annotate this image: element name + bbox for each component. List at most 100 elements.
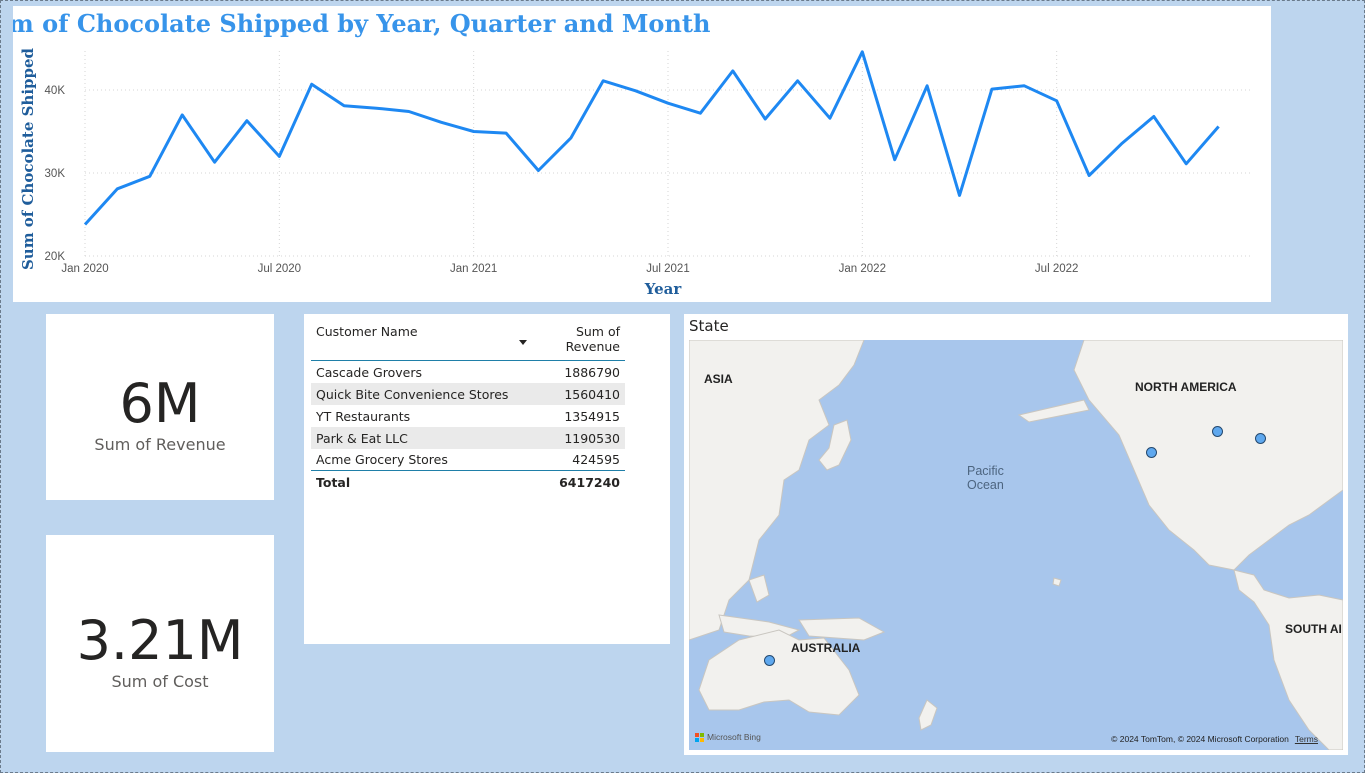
map-label-australia: AUSTRALIA [791, 641, 861, 655]
data-point[interactable] [276, 153, 282, 159]
revenue-cell: 1560410 [513, 382, 625, 405]
customer-name-cell: Cascade Grovers [316, 364, 422, 380]
cost-card[interactable]: 3.21M Sum of Cost [46, 535, 274, 752]
chart-title: Sum of Chocolate Shipped by Year, Quarte… [13, 9, 710, 38]
data-point[interactable] [1183, 161, 1189, 167]
table-row[interactable]: Acme Grocery Stores 424595 [311, 449, 625, 471]
revenue-table: Customer Name Sum of Revenue Cascade Gro… [311, 322, 625, 493]
series-line-chocolate-shipped [83, 50, 1220, 226]
data-point[interactable] [212, 159, 218, 165]
data-point[interactable] [147, 173, 153, 179]
x-tick-label: Jul 2020 [258, 263, 301, 275]
line-chart: Sum of Chocolate Shipped by Year, Quarte… [13, 9, 1251, 298]
x-tick-label: Jul 2022 [1035, 263, 1078, 275]
data-point[interactable] [244, 118, 250, 124]
column-header-customer-name[interactable]: Customer Name [311, 322, 514, 361]
data-point[interactable] [341, 103, 347, 109]
cost-label: Sum of Cost [111, 672, 209, 691]
ocean-label-line2: Ocean [967, 478, 1004, 492]
data-point[interactable] [406, 109, 412, 115]
revenue-cell: 1190530 [513, 426, 625, 449]
x-tick-label: Jul 2021 [646, 263, 689, 275]
revenue-cell: 1886790 [564, 364, 620, 380]
data-point[interactable] [535, 167, 541, 173]
map-label-asia: ASIA [704, 372, 733, 386]
state-map-panel[interactable]: State ASIA NORTH AMERICA AUSTRALIA SOUTH… [684, 314, 1348, 755]
x-tick-label: Jan 2021 [450, 263, 497, 275]
data-point[interactable] [1151, 114, 1157, 120]
map-canvas[interactable]: ASIA NORTH AMERICA AUSTRALIA SOUTH AI Pa… [689, 340, 1343, 750]
column-header-sum-of-revenue[interactable]: Sum of Revenue [513, 322, 625, 361]
data-point[interactable] [309, 81, 315, 87]
data-point[interactable] [827, 115, 833, 121]
data-point[interactable] [633, 88, 639, 94]
data-point[interactable] [471, 128, 477, 134]
revenue-cell: 424595 [572, 452, 620, 468]
table-total-row: Total 6417240 [311, 470, 625, 493]
map-label-pacific-ocean: Pacific Ocean [967, 464, 1004, 492]
x-tick-label: Jan 2020 [61, 263, 108, 275]
customer-name-cell: Park & Eat LLC [311, 426, 514, 449]
map-label-north-america: NORTH AMERICA [1135, 380, 1237, 394]
data-point[interactable] [1216, 123, 1222, 129]
y-tick-label: 20K [45, 251, 66, 263]
data-point[interactable] [114, 186, 120, 192]
data-point[interactable] [1086, 172, 1092, 178]
revenue-card[interactable]: 6M Sum of Revenue [46, 314, 274, 500]
data-point[interactable] [730, 68, 736, 74]
map-title: State [689, 317, 729, 335]
map-label-south-america: SOUTH AI [1285, 622, 1342, 636]
data-point[interactable] [600, 78, 606, 84]
x-axis-title: Year [644, 280, 683, 298]
map-point-west-us[interactable] [1146, 447, 1157, 458]
data-point[interactable] [957, 192, 963, 198]
map-provider-label: Microsoft Bing [707, 732, 761, 742]
customer-name-cell: YT Restaurants [316, 408, 411, 424]
table-row[interactable]: Quick Bite Convenience Stores 1560410 [311, 382, 625, 405]
data-point[interactable] [1054, 98, 1060, 104]
map-provider-logo: Microsoft Bing [695, 732, 761, 742]
data-point[interactable] [568, 135, 574, 141]
map-copyright: © 2024 TomTom, © 2024 Microsoft Corporat… [1111, 734, 1318, 744]
data-point[interactable] [989, 86, 995, 92]
data-point[interactable] [503, 130, 509, 136]
data-point[interactable] [179, 112, 185, 118]
data-point[interactable] [762, 116, 768, 122]
table-row[interactable]: Cascade Grovers 1886790 [311, 361, 625, 383]
data-point[interactable] [438, 119, 444, 125]
data-point[interactable] [697, 110, 703, 116]
total-value: 6417240 [513, 470, 625, 493]
data-point[interactable] [1118, 141, 1124, 147]
cost-value: 3.21M [76, 609, 244, 672]
revenue-value: 6M [119, 372, 201, 435]
data-point[interactable] [924, 83, 930, 89]
revenue-cell: 1354915 [564, 408, 620, 424]
customer-name-cell: Acme Grocery Stores [316, 452, 448, 468]
y-tick-label: 30K [45, 168, 66, 180]
revenue-table-panel[interactable]: Customer Name Sum of Revenue Cascade Gro… [304, 314, 670, 644]
table-row[interactable]: YT Restaurants 1354915 [311, 405, 625, 427]
sort-descending-icon[interactable] [519, 340, 528, 345]
map-point-midwest-us[interactable] [1212, 426, 1223, 437]
map-point-east-us[interactable] [1255, 433, 1266, 444]
x-tick-label: Jan 2022 [839, 263, 886, 275]
map-terms-link[interactable]: Terms [1295, 734, 1318, 744]
data-point[interactable] [665, 100, 671, 106]
customer-name-cell: Quick Bite Convenience Stores [311, 382, 514, 405]
data-point[interactable] [859, 49, 865, 55]
map-landmass [689, 340, 1343, 750]
microsoft-logo-icon [695, 732, 704, 742]
y-tick-label: 40K [45, 85, 66, 97]
ocean-label-line1: Pacific [967, 464, 1004, 478]
table-row[interactable]: Park & Eat LLC 1190530 [311, 426, 625, 449]
data-point[interactable] [795, 78, 801, 84]
map-copyright-text: © 2024 TomTom, © 2024 Microsoft Corporat… [1111, 734, 1289, 744]
data-point[interactable] [374, 105, 380, 111]
line-chart-panel[interactable]: Sum of Chocolate Shipped by Year, Quarte… [13, 6, 1271, 302]
revenue-label: Sum of Revenue [94, 435, 226, 454]
map-point-australia[interactable] [764, 655, 775, 666]
column-header-label: Sum of Revenue [565, 324, 620, 354]
data-point[interactable] [1021, 83, 1027, 89]
data-point[interactable] [892, 157, 898, 163]
data-point[interactable] [82, 221, 88, 227]
